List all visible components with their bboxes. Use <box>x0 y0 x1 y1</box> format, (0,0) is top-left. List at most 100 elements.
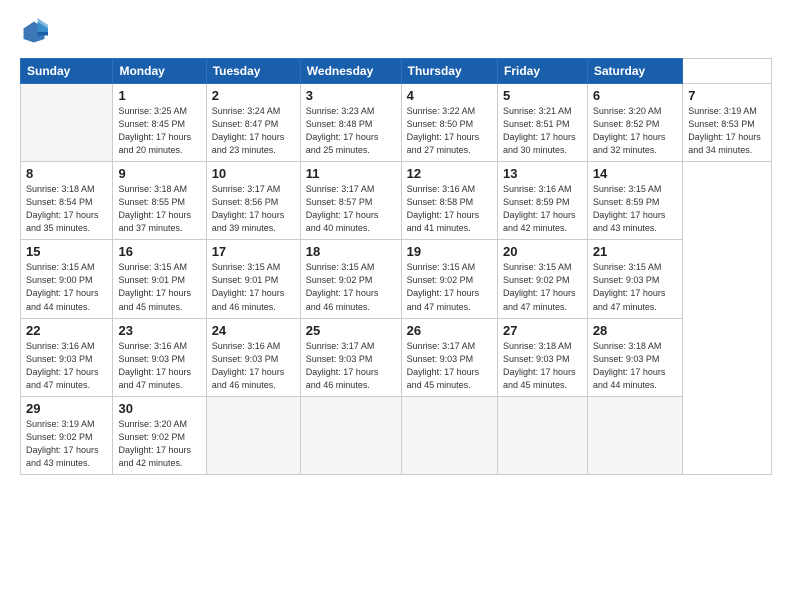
day-info: Sunrise: 3:18 AMSunset: 9:03 PMDaylight:… <box>503 340 582 392</box>
calendar-table: SundayMondayTuesdayWednesdayThursdayFrid… <box>20 58 772 475</box>
day-info: Sunrise: 3:16 AMSunset: 9:03 PMDaylight:… <box>212 340 295 392</box>
calendar-cell: 29 Sunrise: 3:19 AMSunset: 9:02 PMDaylig… <box>21 396 113 474</box>
day-number: 16 <box>118 244 200 259</box>
calendar-cell: 13 Sunrise: 3:16 AMSunset: 8:59 PMDaylig… <box>497 162 587 240</box>
calendar-cell: 27 Sunrise: 3:18 AMSunset: 9:03 PMDaylig… <box>497 318 587 396</box>
day-number: 20 <box>503 244 582 259</box>
day-number: 7 <box>688 88 766 103</box>
calendar-cell: 9 Sunrise: 3:18 AMSunset: 8:55 PMDayligh… <box>113 162 206 240</box>
calendar-cell: 21 Sunrise: 3:15 AMSunset: 9:03 PMDaylig… <box>587 240 682 318</box>
day-number: 11 <box>306 166 396 181</box>
calendar-cell: 25 Sunrise: 3:17 AMSunset: 9:03 PMDaylig… <box>300 318 401 396</box>
calendar-cell: 16 Sunrise: 3:15 AMSunset: 9:01 PMDaylig… <box>113 240 206 318</box>
page: SundayMondayTuesdayWednesdayThursdayFrid… <box>0 0 792 612</box>
col-header-sunday: Sunday <box>21 59 113 84</box>
col-header-tuesday: Tuesday <box>206 59 300 84</box>
col-header-friday: Friday <box>497 59 587 84</box>
day-info: Sunrise: 3:18 AMSunset: 9:03 PMDaylight:… <box>593 340 677 392</box>
day-info: Sunrise: 3:24 AMSunset: 8:47 PMDaylight:… <box>212 105 295 157</box>
day-number: 3 <box>306 88 396 103</box>
calendar-cell <box>587 396 682 474</box>
header <box>20 18 772 46</box>
day-info: Sunrise: 3:23 AMSunset: 8:48 PMDaylight:… <box>306 105 396 157</box>
calendar-week-row: 8 Sunrise: 3:18 AMSunset: 8:54 PMDayligh… <box>21 162 772 240</box>
col-header-wednesday: Wednesday <box>300 59 401 84</box>
calendar-cell: 4 Sunrise: 3:22 AMSunset: 8:50 PMDayligh… <box>401 84 497 162</box>
day-number: 19 <box>407 244 492 259</box>
col-header-saturday: Saturday <box>587 59 682 84</box>
day-info: Sunrise: 3:15 AMSunset: 9:00 PMDaylight:… <box>26 261 107 313</box>
day-number: 10 <box>212 166 295 181</box>
calendar-cell: 20 Sunrise: 3:15 AMSunset: 9:02 PMDaylig… <box>497 240 587 318</box>
calendar-cell: 19 Sunrise: 3:15 AMSunset: 9:02 PMDaylig… <box>401 240 497 318</box>
day-info: Sunrise: 3:20 AMSunset: 9:02 PMDaylight:… <box>118 418 200 470</box>
day-number: 28 <box>593 323 677 338</box>
calendar-header-row: SundayMondayTuesdayWednesdayThursdayFrid… <box>21 59 772 84</box>
day-number: 26 <box>407 323 492 338</box>
calendar-cell: 12 Sunrise: 3:16 AMSunset: 8:58 PMDaylig… <box>401 162 497 240</box>
day-number: 12 <box>407 166 492 181</box>
day-info: Sunrise: 3:15 AMSunset: 9:02 PMDaylight:… <box>407 261 492 313</box>
calendar-cell: 30 Sunrise: 3:20 AMSunset: 9:02 PMDaylig… <box>113 396 206 474</box>
day-info: Sunrise: 3:16 AMSunset: 8:59 PMDaylight:… <box>503 183 582 235</box>
day-number: 25 <box>306 323 396 338</box>
day-info: Sunrise: 3:17 AMSunset: 8:57 PMDaylight:… <box>306 183 396 235</box>
day-info: Sunrise: 3:17 AMSunset: 9:03 PMDaylight:… <box>306 340 396 392</box>
day-info: Sunrise: 3:15 AMSunset: 9:02 PMDaylight:… <box>503 261 582 313</box>
day-number: 18 <box>306 244 396 259</box>
calendar-cell <box>401 396 497 474</box>
calendar-week-row: 1 Sunrise: 3:25 AMSunset: 8:45 PMDayligh… <box>21 84 772 162</box>
day-info: Sunrise: 3:15 AMSunset: 8:59 PMDaylight:… <box>593 183 677 235</box>
day-number: 23 <box>118 323 200 338</box>
calendar-cell: 1 Sunrise: 3:25 AMSunset: 8:45 PMDayligh… <box>113 84 206 162</box>
calendar-cell: 10 Sunrise: 3:17 AMSunset: 8:56 PMDaylig… <box>206 162 300 240</box>
day-info: Sunrise: 3:15 AMSunset: 9:03 PMDaylight:… <box>593 261 677 313</box>
day-number: 17 <box>212 244 295 259</box>
day-number: 22 <box>26 323 107 338</box>
calendar-cell: 11 Sunrise: 3:17 AMSunset: 8:57 PMDaylig… <box>300 162 401 240</box>
calendar-cell <box>206 396 300 474</box>
day-number: 6 <box>593 88 677 103</box>
day-number: 21 <box>593 244 677 259</box>
day-info: Sunrise: 3:19 AMSunset: 8:53 PMDaylight:… <box>688 105 766 157</box>
day-number: 27 <box>503 323 582 338</box>
day-info: Sunrise: 3:16 AMSunset: 9:03 PMDaylight:… <box>26 340 107 392</box>
day-info: Sunrise: 3:25 AMSunset: 8:45 PMDaylight:… <box>118 105 200 157</box>
calendar-cell: 23 Sunrise: 3:16 AMSunset: 9:03 PMDaylig… <box>113 318 206 396</box>
day-info: Sunrise: 3:21 AMSunset: 8:51 PMDaylight:… <box>503 105 582 157</box>
calendar-cell: 26 Sunrise: 3:17 AMSunset: 9:03 PMDaylig… <box>401 318 497 396</box>
day-info: Sunrise: 3:22 AMSunset: 8:50 PMDaylight:… <box>407 105 492 157</box>
day-info: Sunrise: 3:16 AMSunset: 8:58 PMDaylight:… <box>407 183 492 235</box>
calendar-week-row: 22 Sunrise: 3:16 AMSunset: 9:03 PMDaylig… <box>21 318 772 396</box>
day-info: Sunrise: 3:19 AMSunset: 9:02 PMDaylight:… <box>26 418 107 470</box>
day-info: Sunrise: 3:18 AMSunset: 8:55 PMDaylight:… <box>118 183 200 235</box>
calendar-cell: 3 Sunrise: 3:23 AMSunset: 8:48 PMDayligh… <box>300 84 401 162</box>
day-info: Sunrise: 3:18 AMSunset: 8:54 PMDaylight:… <box>26 183 107 235</box>
day-number: 5 <box>503 88 582 103</box>
logo <box>20 18 52 46</box>
day-info: Sunrise: 3:20 AMSunset: 8:52 PMDaylight:… <box>593 105 677 157</box>
calendar-cell: 2 Sunrise: 3:24 AMSunset: 8:47 PMDayligh… <box>206 84 300 162</box>
day-number: 2 <box>212 88 295 103</box>
day-info: Sunrise: 3:17 AMSunset: 9:03 PMDaylight:… <box>407 340 492 392</box>
day-number: 15 <box>26 244 107 259</box>
day-number: 13 <box>503 166 582 181</box>
day-number: 8 <box>26 166 107 181</box>
calendar-cell: 6 Sunrise: 3:20 AMSunset: 8:52 PMDayligh… <box>587 84 682 162</box>
day-info: Sunrise: 3:15 AMSunset: 9:01 PMDaylight:… <box>212 261 295 313</box>
calendar-cell: 7 Sunrise: 3:19 AMSunset: 8:53 PMDayligh… <box>683 84 772 162</box>
day-info: Sunrise: 3:15 AMSunset: 9:01 PMDaylight:… <box>118 261 200 313</box>
calendar-cell: 24 Sunrise: 3:16 AMSunset: 9:03 PMDaylig… <box>206 318 300 396</box>
day-info: Sunrise: 3:15 AMSunset: 9:02 PMDaylight:… <box>306 261 396 313</box>
col-header-thursday: Thursday <box>401 59 497 84</box>
day-number: 30 <box>118 401 200 416</box>
day-info: Sunrise: 3:17 AMSunset: 8:56 PMDaylight:… <box>212 183 295 235</box>
calendar-cell: 5 Sunrise: 3:21 AMSunset: 8:51 PMDayligh… <box>497 84 587 162</box>
calendar-cell: 17 Sunrise: 3:15 AMSunset: 9:01 PMDaylig… <box>206 240 300 318</box>
day-number: 4 <box>407 88 492 103</box>
calendar-week-row: 29 Sunrise: 3:19 AMSunset: 9:02 PMDaylig… <box>21 396 772 474</box>
calendar-cell: 22 Sunrise: 3:16 AMSunset: 9:03 PMDaylig… <box>21 318 113 396</box>
day-info: Sunrise: 3:16 AMSunset: 9:03 PMDaylight:… <box>118 340 200 392</box>
calendar-cell: 15 Sunrise: 3:15 AMSunset: 9:00 PMDaylig… <box>21 240 113 318</box>
calendar-cell: 28 Sunrise: 3:18 AMSunset: 9:03 PMDaylig… <box>587 318 682 396</box>
